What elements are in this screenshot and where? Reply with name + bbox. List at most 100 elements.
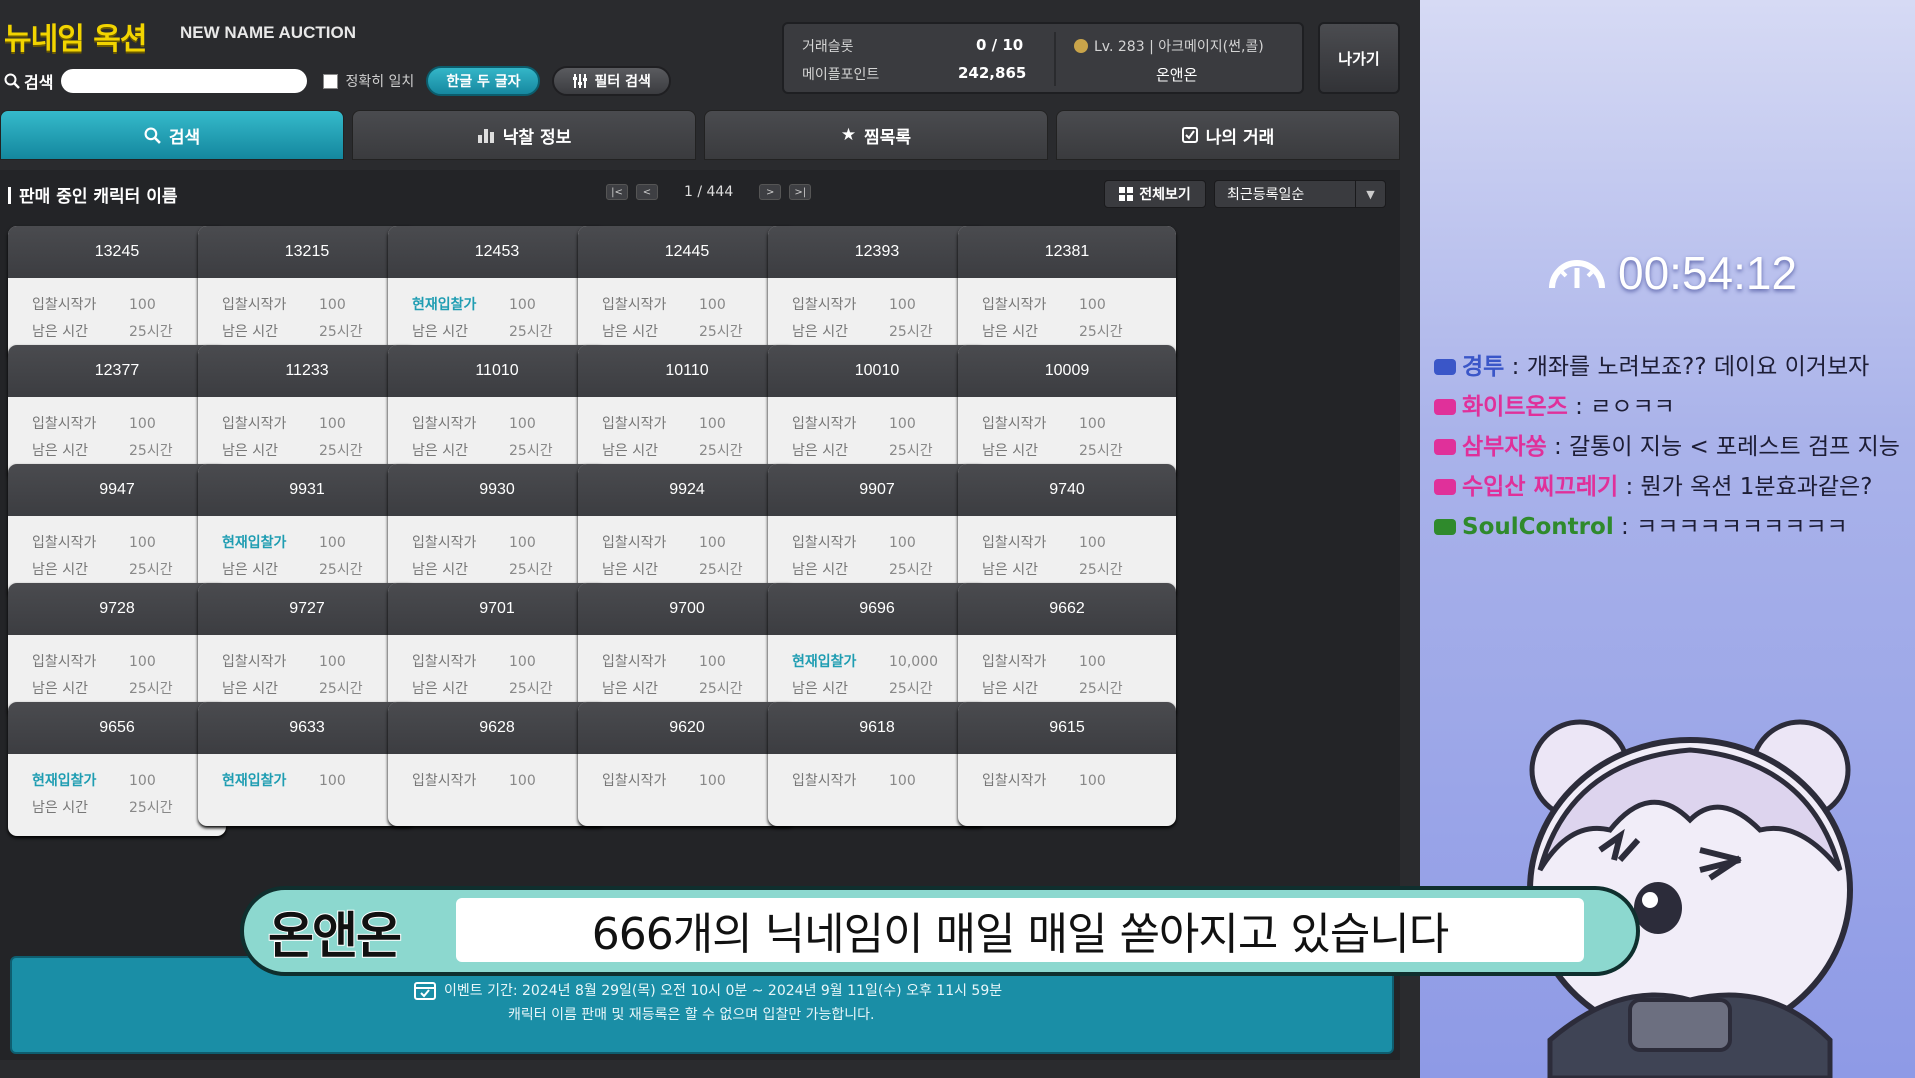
remaining-time: 25시간: [699, 324, 743, 340]
bid-price: 100: [129, 416, 156, 432]
auction-card[interactable]: 9615 입찰시작가 100: [958, 702, 1176, 826]
auction-card[interactable]: 9931 현재입찰가 100 남은 시간 25시간: [198, 464, 416, 598]
last-page-button[interactable]: >|: [789, 184, 812, 200]
auction-card[interactable]: 9620 입찰시작가 100: [578, 702, 796, 826]
bid-price: 100: [129, 773, 156, 789]
first-page-button[interactable]: |<: [606, 184, 628, 200]
bid-row: 입찰시작가 100: [602, 530, 796, 557]
auction-card[interactable]: 9907 입찰시작가 100 남은 시간 25시간: [768, 464, 986, 598]
korean-two-char-button[interactable]: 한글 두 글자: [426, 66, 541, 96]
bid-row: 입찰시작가 100: [982, 292, 1176, 319]
bid-price: 100: [1079, 297, 1106, 313]
bid-row: 입찰시작가 100: [982, 530, 1176, 557]
card-name: 9740: [958, 464, 1176, 516]
bid-label: 입찰시작가: [982, 654, 1047, 670]
auction-card[interactable]: 10110 입찰시작가 100 남은 시간 25시간: [578, 345, 796, 479]
bid-row: 현재입찰가 100: [222, 530, 416, 557]
bid-row: 입찰시작가 100: [982, 411, 1176, 438]
auction-card[interactable]: 13245 입찰시작가 100 남은 시간 25시간: [8, 226, 226, 360]
search-icon: [144, 127, 161, 144]
remaining-label: 남은 시간: [412, 562, 468, 578]
bid-label: 입찰시작가: [792, 297, 857, 313]
remaining-time: 25시간: [319, 443, 363, 459]
next-page-button[interactable]: >: [759, 184, 782, 200]
chat-badge-icon: [1434, 359, 1456, 375]
card-name: 9656: [8, 702, 226, 754]
auction-card[interactable]: 9700 입찰시작가 100 남은 시간 25시간: [578, 583, 796, 717]
auction-card[interactable]: 9728 입찰시작가 100 남은 시간 25시간: [8, 583, 226, 717]
auction-card[interactable]: 9696 현재입찰가 10,000 남은 시간 25시간: [768, 583, 986, 717]
auction-card[interactable]: 9947 입찰시작가 100 남은 시간 25시간: [8, 464, 226, 598]
search-input[interactable]: [61, 69, 308, 93]
bid-price: 100: [889, 416, 916, 432]
card-body: 입찰시작가 100 남은 시간 25시간: [388, 397, 606, 465]
bid-label: 입찰시작가: [32, 297, 97, 313]
bid-price: 100: [1079, 654, 1106, 670]
remaining-time: 25시간: [889, 681, 933, 697]
bid-label: 입찰시작가: [982, 416, 1047, 432]
chat-username: 경투: [1462, 354, 1505, 380]
auction-card[interactable]: 9628 입찰시작가 100: [388, 702, 606, 826]
card-body: 입찰시작가 100 남은 시간 25시간: [958, 278, 1176, 346]
remaining-label: 남은 시간: [982, 443, 1038, 459]
card-name: 9628: [388, 702, 606, 754]
bid-price: 100: [889, 773, 916, 789]
auction-card[interactable]: 13215 입찰시작가 100 남은 시간 25시간: [198, 226, 416, 360]
logo-english: NEW NAME AUCTION: [180, 23, 356, 42]
tab-search[interactable]: 검색: [0, 110, 344, 160]
tab-my-trades[interactable]: 나의 거래: [1056, 110, 1400, 160]
auction-card[interactable]: 10010 입찰시작가 100 남은 시간 25시간: [768, 345, 986, 479]
exit-button[interactable]: 나가기: [1318, 22, 1400, 94]
bid-price: 100: [319, 654, 346, 670]
chat-badge-icon: [1434, 399, 1456, 415]
auction-card[interactable]: 12393 입찰시작가 100 남은 시간 25시간: [768, 226, 986, 360]
auction-card[interactable]: 9727 입찰시작가 100 남은 시간 25시간: [198, 583, 416, 717]
card-name: 9701: [388, 583, 606, 635]
auction-card[interactable]: 9618 입찰시작가 100: [768, 702, 986, 826]
auction-card[interactable]: 9930 입찰시작가 100 남은 시간 25시간: [388, 464, 606, 598]
prev-page-button[interactable]: <: [636, 184, 658, 200]
auction-card[interactable]: 12381 입찰시작가 100 남은 시간 25시간: [958, 226, 1176, 360]
remaining-time: 25시간: [129, 443, 173, 459]
remaining-time: 25시간: [889, 443, 933, 459]
auction-card[interactable]: 9924 입찰시작가 100 남은 시간 25시간: [578, 464, 796, 598]
tab-winning-bid-info[interactable]: 낙찰 정보: [352, 110, 696, 160]
auction-card[interactable]: 11233 입찰시작가 100 남은 시간 25시간: [198, 345, 416, 479]
auction-card[interactable]: 11010 입찰시작가 100 남은 시간 25시간: [388, 345, 606, 479]
auction-card[interactable]: 12453 현재입찰가 100 남은 시간 25시간: [388, 226, 606, 360]
tab-wishlist[interactable]: ★ 찜목록: [704, 110, 1048, 160]
remaining-time: 25시간: [509, 681, 553, 697]
bid-label: 현재입찰가: [222, 535, 287, 551]
card-body: 현재입찰가 10,000 남은 시간 25시간: [768, 635, 986, 703]
card-name: 9931: [198, 464, 416, 516]
auction-card[interactable]: 12377 입찰시작가 100 남은 시간 25시간: [8, 345, 226, 479]
view-all-button[interactable]: 전체보기: [1104, 180, 1206, 208]
auction-card[interactable]: 9662 입찰시작가 100 남은 시간 25시간: [958, 583, 1176, 717]
filter-search-button[interactable]: 필터 검색: [552, 66, 671, 96]
sort-dropdown[interactable]: 최근등록일순 ▼: [1214, 180, 1386, 208]
remaining-label: 남은 시간: [32, 443, 88, 459]
chat-username: 화이트온즈: [1462, 394, 1568, 420]
auction-card[interactable]: 9701 입찰시작가 100 남은 시간 25시간: [388, 583, 606, 717]
chat-badge-icon: [1434, 519, 1456, 535]
auction-card[interactable]: 9740 입찰시작가 100 남은 시간 25시간: [958, 464, 1176, 598]
auction-card[interactable]: 9633 현재입찰가 100: [198, 702, 416, 826]
card-name: 9727: [198, 583, 416, 635]
chat-separator: :: [1504, 354, 1527, 380]
bid-label: 현재입찰가: [32, 773, 97, 789]
exact-match-checkbox[interactable]: [323, 73, 339, 89]
bid-label: 입찰시작가: [222, 416, 287, 432]
remaining-label: 남은 시간: [412, 324, 468, 340]
time-row: 남은 시간 25시간: [982, 319, 1176, 346]
card-name: 10010: [768, 345, 986, 397]
star-icon: ★: [840, 125, 857, 145]
stream-timer: 00:54:12: [1548, 246, 1797, 300]
character-emblem-icon: [1074, 39, 1088, 53]
auction-card[interactable]: 10009 입찰시작가 100 남은 시간 25시간: [958, 345, 1176, 479]
time-row: 남은 시간 25시간: [982, 438, 1176, 465]
chat-text: 갈통이 지능 < 포레스트 검프 지능: [1569, 434, 1900, 460]
remaining-label: 남은 시간: [32, 324, 88, 340]
auction-card[interactable]: 9656 현재입찰가 100 남은 시간 25시간: [8, 702, 226, 836]
auction-card[interactable]: 12445 입찰시작가 100 남은 시간 25시간: [578, 226, 796, 360]
remaining-label: 남은 시간: [982, 681, 1038, 697]
